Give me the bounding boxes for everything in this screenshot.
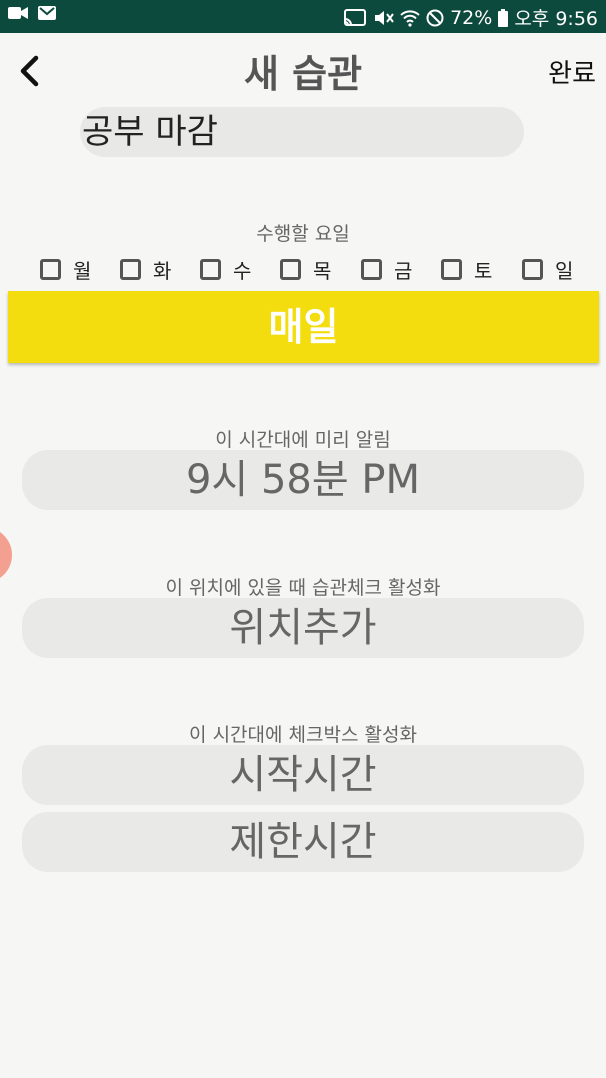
days-section-label: 수행할 요일 (256, 223, 350, 245)
day-label: 목 (313, 258, 332, 283)
battery-percent: 72% (450, 6, 493, 29)
day-tuesday[interactable]: 화 (120, 253, 171, 285)
start-time-button[interactable]: 시작시간 (22, 745, 584, 805)
day-friday[interactable]: 금 (361, 253, 412, 285)
do-not-disturb-icon (426, 9, 444, 27)
day-label: 수 (233, 258, 252, 283)
battery-icon (498, 8, 509, 27)
day-sunday[interactable]: 일 (522, 253, 573, 285)
page-title: 새 습관 (243, 52, 363, 96)
day-label: 일 (555, 258, 574, 283)
vibrate-mute-icon (372, 9, 394, 27)
day-checkbox[interactable] (361, 258, 382, 280)
day-label: 금 (394, 258, 413, 283)
done-button[interactable]: 완료 (548, 53, 596, 90)
day-label: 화 (153, 258, 172, 283)
status-bar: 72% 오후 9:56 (0, 0, 606, 33)
limit-time-button[interactable]: 제한시간 (22, 812, 584, 872)
day-wednesday[interactable]: 수 (200, 253, 251, 285)
day-checkbox[interactable] (40, 258, 61, 280)
day-saturday[interactable]: 토 (441, 253, 492, 285)
day-checkbox[interactable] (441, 258, 462, 280)
day-checkbox[interactable] (200, 258, 221, 280)
status-time: 오후 9:56 (514, 8, 598, 30)
habit-name-field[interactable]: 공부 마감 (80, 107, 524, 157)
day-checkbox[interactable] (280, 258, 301, 280)
day-thursday[interactable]: 목 (280, 253, 331, 285)
checkbox-time-section-label: 이 시간대에 체크박스 활성화 (189, 724, 417, 746)
day-label: 토 (474, 258, 493, 283)
app-header: 새 습관 완료 (0, 33, 606, 108)
cast-icon (344, 8, 367, 27)
status-right: 72% 오후 9:56 (344, 4, 598, 31)
day-checkbox-row: 월 화 수 목 금 토 일 (40, 253, 600, 285)
location-section-label: 이 위치에 있을 때 습관체크 활성화 (165, 577, 441, 599)
day-checkbox[interactable] (522, 258, 543, 280)
add-location-button[interactable]: 위치추가 (22, 598, 584, 658)
reminder-time-button[interactable]: 9시 58분 PM (22, 450, 584, 510)
status-left-icons (8, 6, 56, 20)
day-checkbox[interactable] (120, 258, 141, 280)
day-monday[interactable]: 월 (40, 253, 91, 285)
everyday-button[interactable]: 매일 (8, 291, 599, 363)
wifi-icon (400, 9, 420, 27)
video-camera-icon (8, 6, 28, 20)
mail-icon (38, 6, 56, 20)
reminder-section-label: 이 시간대에 미리 알림 (215, 429, 391, 451)
day-label: 월 (73, 258, 92, 283)
